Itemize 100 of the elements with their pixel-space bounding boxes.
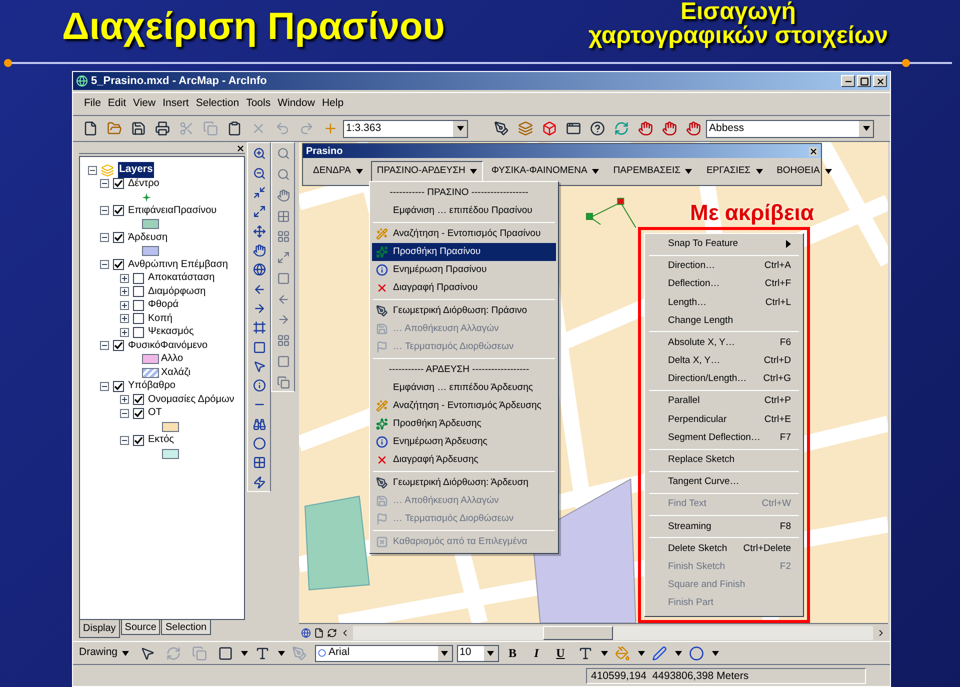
context-menu-item[interactable]: Snap To Feature [649, 235, 799, 254]
layer-name[interactable]: Δέντρο [128, 178, 160, 189]
close-icon[interactable] [809, 146, 818, 156]
dropdown-item[interactable]: ----------- ΑΡΔΕΥΣΗ ------------------ [372, 361, 556, 379]
format-button[interactable]: B [502, 644, 523, 662]
layer-checkbox[interactable] [133, 313, 144, 324]
menu-item[interactable]: Help [318, 96, 347, 112]
layer-checkbox[interactable] [113, 178, 124, 190]
font-size-field[interactable]: 10 [456, 644, 499, 662]
context-menu-item[interactable]: Absolute X, Y… F6 [649, 334, 799, 352]
layout-view-icon[interactable] [314, 628, 324, 638]
layer-field[interactable]: Abbess [706, 120, 874, 138]
context-menu-item[interactable]: Length… Ctrl+L [649, 294, 799, 312]
expand-icon[interactable] [120, 328, 129, 337]
expand-icon[interactable] [120, 314, 129, 324]
collapse-icon[interactable] [100, 341, 109, 350]
expand-icon[interactable] [120, 300, 129, 310]
dropdown-item[interactable]: Προσθήκη Άρδευσης [372, 415, 556, 433]
layer-name[interactable]: Ονομασίες Δρόμων [148, 394, 234, 405]
dropdown-item[interactable]: Ενημέρωση Άρδευσης [372, 433, 556, 451]
refresh-icon[interactable] [327, 628, 337, 638]
layer-checkbox[interactable] [113, 259, 124, 270]
layer-name[interactable]: Εκτός [148, 435, 174, 446]
layout-pan-icon[interactable] [276, 186, 290, 204]
layer-checkbox[interactable] [133, 394, 144, 406]
layer-checkbox[interactable] [133, 300, 144, 311]
menu-item[interactable]: Edit [104, 96, 130, 112]
layer-name[interactable]: Άρδευση [128, 232, 168, 243]
layer-name[interactable]: Υπόβαθρο [128, 381, 176, 392]
menu-item[interactable]: File [81, 96, 104, 112]
dropdown-item[interactable]: Εμφάνιση … επιπέδου Πρασίνου [372, 202, 556, 220]
dropdown-item[interactable]: Γεωμετρική Διόρθωση: Άρδευση [372, 474, 556, 492]
context-menu-item[interactable]: Direction/Length… Ctrl+G [649, 370, 799, 388]
dropdown-item[interactable]: ----------- ΠΡΑΣΙΝΟ ------------------ [372, 184, 556, 202]
panel-tab[interactable]: Selection [161, 620, 211, 635]
expand-icon[interactable] [120, 287, 129, 296]
collapse-icon[interactable] [88, 166, 97, 174]
layer-name[interactable]: Αποκατάσταση [148, 273, 215, 284]
layer-name[interactable]: ΟΤ [148, 408, 162, 418]
format-button[interactable]: I [526, 644, 547, 662]
panel-tab[interactable]: Source [120, 620, 160, 635]
layer-checkbox[interactable] [113, 340, 124, 352]
data-view-icon[interactable] [301, 628, 311, 638]
maximize-icon[interactable] [857, 75, 871, 87]
collapse-icon[interactable] [100, 206, 109, 216]
expand-icon[interactable] [120, 274, 129, 283]
panel-tab[interactable]: Display [79, 620, 120, 638]
dropdown-item[interactable]: Εμφάνιση … επιπέδου Άρδευσης [372, 379, 556, 397]
layer-checkbox[interactable] [133, 434, 144, 446]
layer-checkbox[interactable] [113, 380, 124, 392]
layer-name[interactable]: Ψεκασμός [148, 327, 194, 338]
layer-name[interactable]: ΦυσικόΦαινόμενο [128, 340, 208, 351]
layer-checkbox[interactable] [113, 232, 124, 244]
layer-checkbox[interactable] [133, 408, 144, 419]
toolbar-menu[interactable]: ΒΟΗΘΕΙΑ [770, 160, 838, 182]
hand-icon[interactable] [252, 242, 266, 260]
menu-item[interactable]: Selection [192, 96, 242, 112]
layer-name[interactable]: Ανθρώπινη Επέμβαση [128, 260, 228, 270]
toolbar-menu[interactable]: ΔΕΝΔΡΑ [307, 160, 369, 182]
menu-item[interactable]: Window [274, 96, 318, 112]
font-field[interactable]: Arial [314, 644, 453, 662]
layer-name[interactable]: Φθορά [148, 300, 179, 310]
toolbar-menu[interactable]: ΠΑΡΕΜΒΑΣΕΙΣ [607, 160, 698, 182]
layer-checkbox[interactable] [133, 286, 144, 298]
menu-item[interactable]: Tools [243, 96, 274, 112]
layer-name[interactable]: ΕπιφάνειαΠρασίνου [128, 206, 217, 216]
collapse-icon[interactable] [120, 436, 129, 445]
context-menu-item[interactable]: Change Length [649, 312, 799, 330]
layer-name[interactable]: Κοπή [148, 314, 172, 324]
format-button[interactable]: U [550, 644, 571, 662]
context-menu-item[interactable]: Segment Deflection… F7 [649, 428, 799, 448]
expand-icon[interactable] [120, 395, 129, 404]
collapse-icon[interactable] [100, 179, 109, 188]
context-menu-item[interactable]: Replace Sketch [649, 451, 799, 470]
context-menu-item[interactable]: Parallel Ctrl+P [649, 392, 799, 411]
layer-checkbox[interactable] [133, 326, 144, 338]
layer-checkbox[interactable] [133, 272, 144, 284]
toolbar-menu[interactable]: ΕΡΓΑΣΙΕΣ [700, 160, 769, 182]
toolbar-menu[interactable]: ΦΥΣΙΚΑ-ΦΑΙΝΟΜΕΝΑ [485, 160, 606, 182]
horizontal-scrollbar[interactable] [353, 626, 873, 640]
collapse-icon[interactable] [100, 260, 109, 270]
context-menu-item[interactable]: Deflection… Ctrl+F [649, 275, 799, 294]
layer-checkbox[interactable] [113, 205, 124, 216]
dropdown-item[interactable]: Αναζήτηση - Εντοπισμός Πρασίνου [372, 225, 556, 243]
context-menu-item[interactable]: Tangent Curve… [649, 473, 799, 492]
close-icon[interactable] [236, 144, 245, 153]
collapse-icon[interactable] [100, 382, 109, 391]
dropdown-item[interactable]: Διαγραφή Πρασίνου [372, 279, 556, 297]
menu-item[interactable]: View [130, 96, 159, 112]
context-menu-item[interactable]: Delta X, Y… Ctrl+D [649, 352, 799, 370]
dropdown-item[interactable]: Διαγραφή Άρδευσης [372, 451, 556, 469]
collapse-icon[interactable] [100, 233, 109, 242]
drawing-menu[interactable]: Drawing [79, 645, 133, 661]
context-menu-item[interactable]: Streaming F8 [649, 518, 799, 536]
dropdown-item[interactable]: Ενημέρωση Πρασίνου [372, 261, 556, 279]
context-menu-item[interactable]: Direction… Ctrl+A [649, 257, 799, 276]
menu-item[interactable]: Insert [160, 96, 192, 112]
minimize-icon[interactable] [841, 75, 855, 87]
context-menu-item[interactable]: Perpendicular Ctrl+E [649, 410, 799, 429]
dropdown-item[interactable]: Προσθήκη Πρασίνου [372, 243, 556, 261]
